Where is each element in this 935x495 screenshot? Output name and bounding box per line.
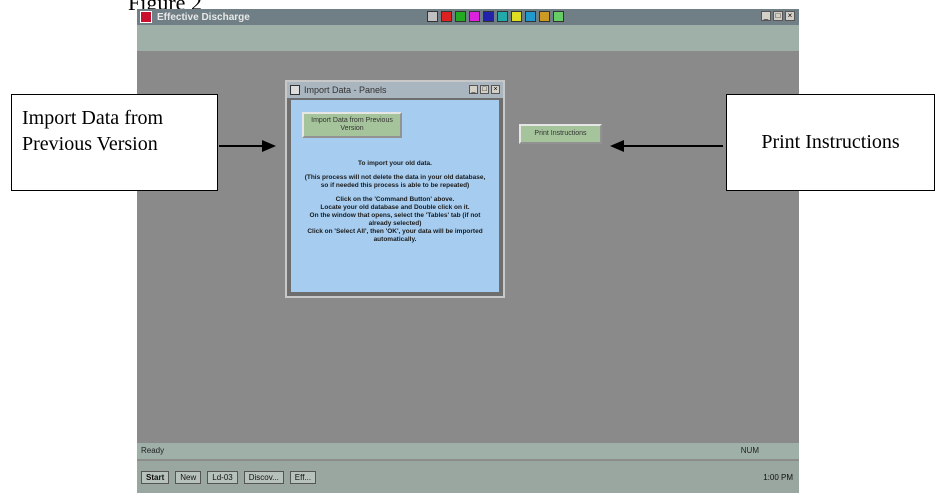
arrow-head-print	[610, 140, 624, 152]
arrow-head-import	[262, 140, 276, 152]
callout-arrows	[219, 140, 723, 152]
